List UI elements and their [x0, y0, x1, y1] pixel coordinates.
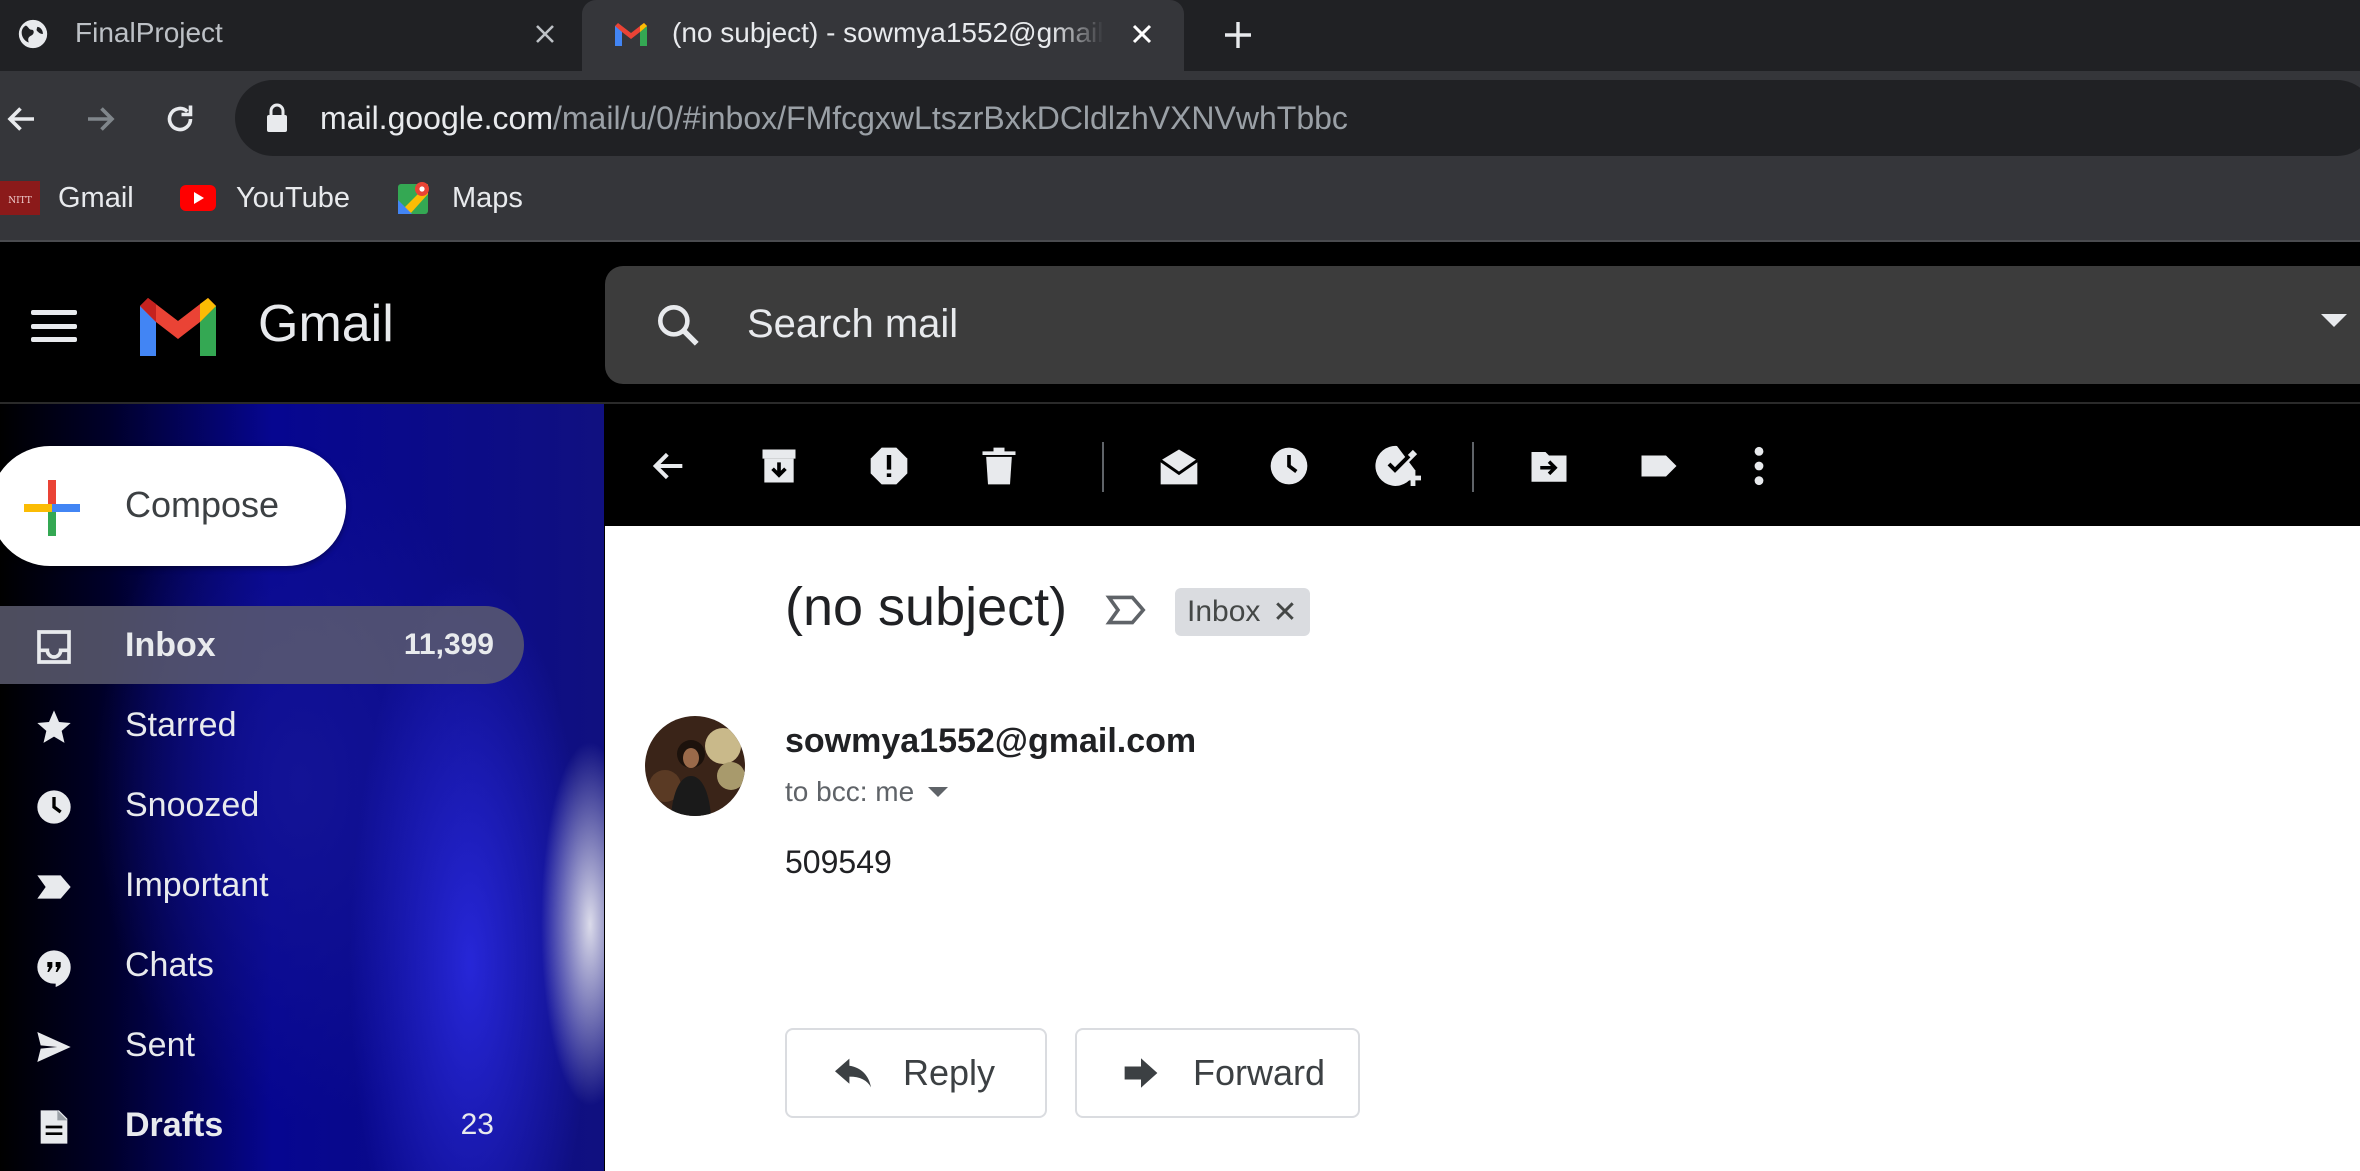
important-icon	[32, 865, 76, 909]
tab-gmail-message[interactable]: (no subject) - sowmya1552@gmail.com	[582, 0, 1184, 71]
report-spam-icon[interactable]	[865, 442, 913, 490]
sidebar-item-label: Important	[125, 866, 269, 904]
sidebar-item-label: Chats	[125, 946, 214, 984]
sidebar-item-important[interactable]: Important	[0, 846, 524, 924]
back-arrow-icon[interactable]	[645, 442, 693, 490]
bookmark-label: Maps	[452, 181, 523, 214]
snooze-icon[interactable]	[1265, 442, 1313, 490]
sender-email[interactable]: sowmya1552@gmail.com	[785, 722, 1196, 761]
forward-arrow-icon[interactable]	[78, 97, 122, 141]
message-toolbar	[605, 406, 2360, 526]
importance-marker-icon[interactable]	[1105, 592, 1149, 633]
star-icon	[32, 705, 76, 749]
send-icon	[32, 1025, 76, 1069]
toolbar-divider	[1472, 442, 1474, 492]
new-tab-icon[interactable]	[1216, 13, 1260, 57]
sidebar-item-starred[interactable]: Starred	[0, 686, 524, 764]
bookmark-label: Gmail	[58, 181, 134, 214]
sidebar-item-snoozed[interactable]: Snoozed	[0, 766, 524, 844]
tab-title: FinalProject	[75, 17, 223, 48]
label-icon[interactable]	[1635, 442, 1683, 490]
browser-toolbar: mail.google.com/mail/u/0/#inbox/FMfcgxwL…	[0, 71, 2360, 164]
reply-button[interactable]: Reply	[785, 1028, 1047, 1118]
bookmark-gmail[interactable]: NITT Gmail	[0, 178, 134, 218]
address-bar[interactable]: mail.google.com/mail/u/0/#inbox/FMfcgxwL…	[235, 80, 2360, 156]
sidebar-item-label: Snoozed	[125, 786, 260, 824]
remove-label-icon[interactable]: ✕	[1272, 595, 1297, 630]
unread-count: 11,399	[403, 628, 494, 661]
inbox-icon	[32, 625, 76, 669]
gmail-header: Gmail Search mail	[0, 244, 2360, 404]
move-to-icon[interactable]	[1525, 442, 1573, 490]
forward-label: Forward	[1193, 1052, 1326, 1093]
sender-avatar[interactable]	[645, 716, 745, 816]
globe-icon	[14, 15, 52, 53]
gmail-logo-text[interactable]: Gmail	[258, 294, 394, 354]
sidebar-item-drafts[interactable]: Drafts 23	[0, 1086, 524, 1164]
tab-title: (no subject) - sowmya1552@gmail.com	[672, 17, 1104, 48]
chat-icon	[32, 945, 76, 989]
forward-icon	[1121, 1053, 1165, 1093]
gmail-logo-icon[interactable]	[134, 292, 222, 367]
delete-icon[interactable]	[975, 442, 1023, 490]
compose-label: Compose	[125, 484, 280, 525]
mark-unread-icon[interactable]	[1155, 442, 1203, 490]
lock-icon[interactable]	[265, 103, 289, 138]
tab-finalproject[interactable]: FinalProject	[0, 0, 582, 71]
url-text: mail.google.com/mail/u/0/#inbox/FMfcgxwL…	[320, 100, 1348, 137]
youtube-icon	[178, 181, 218, 215]
url-host: mail.google.com	[320, 100, 553, 136]
message-subject: (no subject)	[785, 577, 1068, 637]
draft-count: 23	[460, 1108, 494, 1141]
maps-icon	[394, 181, 434, 215]
back-arrow-icon[interactable]	[0, 97, 44, 141]
recipient-text: to bcc: me	[785, 776, 915, 807]
sidebar-item-label: Starred	[125, 706, 237, 744]
compose-plus-icon	[22, 478, 82, 543]
sidebar-item-label: Drafts	[125, 1106, 224, 1144]
close-tab-icon[interactable]	[525, 14, 565, 54]
svg-text:NITT: NITT	[8, 196, 32, 206]
browser-tab-strip: FinalProject (no subject) - sowmya1552@g…	[0, 0, 2360, 71]
gmail-icon	[612, 15, 650, 53]
compose-button[interactable]: Compose	[0, 446, 346, 566]
show-details-icon[interactable]	[928, 787, 949, 797]
search-options-icon[interactable]	[2321, 314, 2347, 327]
nitt-logo-icon: NITT	[0, 181, 40, 215]
reply-icon	[831, 1053, 875, 1093]
sidebar-item-inbox[interactable]: Inbox 11,399	[0, 606, 524, 684]
bookmark-label: YouTube	[236, 181, 350, 214]
bookmark-maps[interactable]: Maps	[394, 178, 523, 218]
search-icon[interactable]	[653, 300, 703, 355]
search-input[interactable]: Search mail	[747, 302, 958, 347]
search-bar[interactable]: Search mail	[605, 266, 2360, 384]
bookmark-youtube[interactable]: YouTube	[178, 178, 350, 218]
sidebar-item-sent[interactable]: Sent	[0, 1006, 524, 1084]
archive-icon[interactable]	[755, 442, 803, 490]
draft-icon	[32, 1105, 76, 1149]
add-task-icon[interactable]	[1375, 442, 1423, 490]
recipient-details[interactable]: to bcc: me	[785, 776, 949, 808]
bookmarks-bar: NITT Gmail YouTube Maps	[0, 164, 2360, 242]
forward-button[interactable]: Forward	[1075, 1028, 1360, 1118]
sidebar-item-chats[interactable]: Chats	[0, 926, 524, 1004]
clock-icon	[32, 785, 76, 829]
more-options-icon[interactable]	[1735, 442, 1783, 490]
message-body: 509549	[785, 844, 892, 880]
reply-label: Reply	[903, 1052, 996, 1093]
toolbar-divider	[1102, 442, 1104, 492]
reload-icon[interactable]	[158, 97, 202, 141]
sidebar-item-label: Inbox	[125, 626, 216, 664]
main-menu-icon[interactable]	[28, 304, 80, 348]
label-chip-text: Inbox	[1187, 595, 1261, 628]
label-chip-inbox: Inbox ✕	[1175, 588, 1310, 636]
sidebar-item-label: Sent	[125, 1026, 195, 1064]
close-tab-icon[interactable]	[1122, 14, 1162, 54]
url-path: /mail/u/0/#inbox/FMfcgxwLtszrBxkDCldlzhV…	[553, 100, 1348, 136]
